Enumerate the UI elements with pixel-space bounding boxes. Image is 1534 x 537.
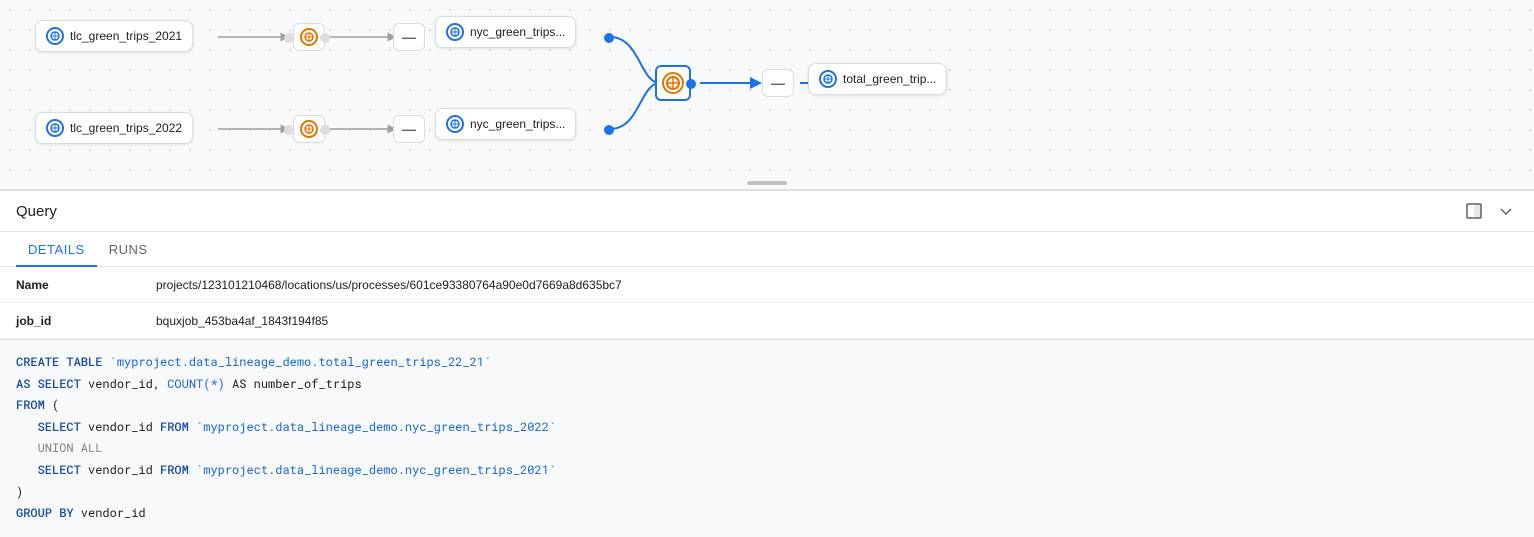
panel-icon-group [1462, 199, 1518, 223]
union-icon [662, 72, 684, 94]
details-table: Name projects/123101210468/locations/us/… [0, 267, 1534, 339]
panel-title: Query [16, 203, 57, 220]
dag-node-label-nyc2021: nyc_green_trips... [470, 25, 565, 39]
plain-as: AS number_of_trips [225, 376, 362, 392]
dag-node-label-tlc2022: tlc_green_trips_2022 [70, 121, 182, 135]
dash-icon-1: — [402, 29, 416, 45]
connector-2 [320, 33, 330, 43]
table-icon-final [819, 70, 837, 88]
code-line-3: FROM ( [16, 395, 1518, 417]
code-line-7: ) [16, 482, 1518, 504]
jobid-value: bquxjob_453ba4af_1843f194f85 [156, 314, 328, 328]
plain-vendor: vendor_id, [88, 376, 167, 392]
dag-node-label-final: total_green_trip... [843, 72, 936, 86]
dag-node-dash1[interactable]: — [393, 23, 425, 51]
scroll-handle [747, 181, 787, 185]
code-line-2: AS SELECT vendor_id, COUNT(*) AS number_… [16, 374, 1518, 396]
details-row-jobid: job_id bquxjob_453ba4af_1843f194f85 [0, 303, 1534, 339]
tab-bar: DETAILS RUNS [0, 232, 1534, 267]
kw-from-2: FROM [160, 462, 189, 478]
plain-vid1: vendor_id [81, 419, 160, 435]
union-all: UNION ALL [16, 440, 102, 456]
plain-vendor2: vendor_id [74, 505, 146, 521]
code-line-8: GROUP BY vendor_id [16, 503, 1518, 525]
kw-from: FROM [16, 397, 45, 413]
dag-node-nyc2021[interactable]: nyc_green_trips... [435, 16, 576, 48]
details-row-name: Name projects/123101210468/locations/us/… [0, 267, 1534, 303]
name-value: projects/123101210468/locations/us/proce… [156, 278, 622, 292]
dag-canvas: tlc_green_trips_2021 tlc_green_trips_202… [0, 0, 1534, 190]
fn-count: COUNT(*) [167, 376, 225, 392]
str-nyc2022: `myproject.data_lineage_demo.nyc_green_t… [189, 419, 556, 435]
table-icon-nyc2022 [446, 115, 464, 133]
plain-vid2: vendor_id [81, 462, 160, 478]
tab-details[interactable]: DETAILS [16, 232, 97, 267]
dag-node-tlc2021[interactable]: tlc_green_trips_2021 [35, 20, 193, 52]
close-paren: ) [16, 484, 23, 500]
table-icon-nyc2021 [446, 23, 464, 41]
kw-select-2: SELECT [16, 462, 81, 478]
connector-union-out [686, 79, 696, 89]
dag-node-dash3[interactable]: — [762, 69, 794, 97]
collapse-icon[interactable] [1494, 199, 1518, 223]
kw-groupby: GROUP BY [16, 505, 74, 521]
dag-node-dash2[interactable]: — [393, 115, 425, 143]
panel-header: Query [0, 191, 1534, 232]
tab-runs[interactable]: RUNS [97, 232, 160, 267]
table-icon-2021 [46, 27, 64, 45]
code-block: CREATE TABLE `myproject.data_lineage_dem… [0, 339, 1534, 537]
code-line-1: CREATE TABLE `myproject.data_lineage_dem… [16, 352, 1518, 374]
dag-node-tlc2022[interactable]: tlc_green_trips_2022 [35, 112, 193, 144]
kw-create: CREATE TABLE [16, 354, 110, 370]
str-table: `myproject.data_lineage_demo.total_green… [110, 354, 492, 370]
query-panel: Query DETAILS RUNS Name projects/1231012… [0, 190, 1534, 537]
plain-paren: ( [45, 397, 59, 413]
connector-nyc2021 [604, 33, 614, 43]
dag-node-label-tlc2021: tlc_green_trips_2021 [70, 29, 182, 43]
connector-4 [320, 125, 330, 135]
kw-select-1: SELECT [16, 419, 81, 435]
dash-icon-2: — [402, 121, 416, 137]
jobid-label: job_id [16, 314, 156, 328]
dash-icon-3: — [771, 75, 785, 91]
code-line-5: UNION ALL [16, 438, 1518, 460]
dag-node-final[interactable]: total_green_trip... [808, 63, 947, 95]
filter-icon-2021 [300, 28, 318, 46]
dag-node-label-nyc2022: nyc_green_trips... [470, 117, 565, 131]
code-line-4: SELECT vendor_id FROM `myproject.data_li… [16, 417, 1518, 439]
code-line-6: SELECT vendor_id FROM `myproject.data_li… [16, 460, 1518, 482]
table-icon-2022 [46, 119, 64, 137]
filter-icon-2022 [300, 120, 318, 138]
connector-nyc2022 [604, 125, 614, 135]
kw-as-select: AS SELECT [16, 376, 88, 392]
str-nyc2021: `myproject.data_lineage_demo.nyc_green_t… [189, 462, 556, 478]
kw-from-1: FROM [160, 419, 189, 435]
name-label: Name [16, 278, 156, 292]
expand-icon[interactable] [1462, 199, 1486, 223]
dag-node-nyc2022[interactable]: nyc_green_trips... [435, 108, 576, 140]
